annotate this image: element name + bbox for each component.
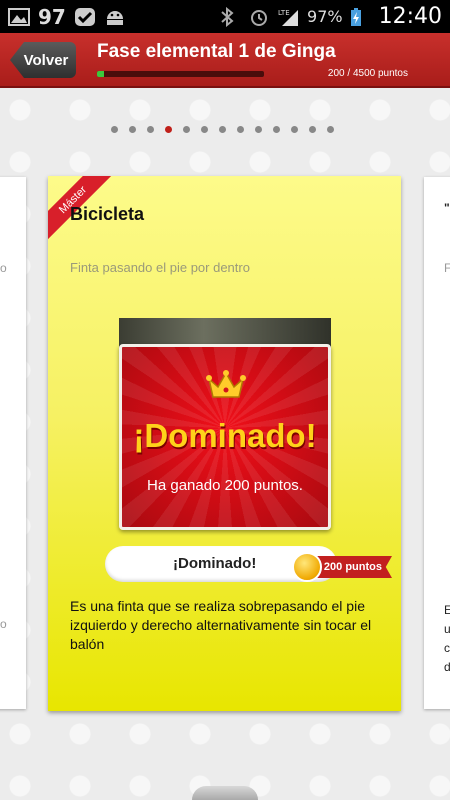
check-icon — [74, 7, 96, 27]
page-dot[interactable] — [165, 126, 172, 133]
next-card-text: Eucd — [444, 603, 450, 674]
page-dot[interactable] — [219, 126, 226, 133]
battery-icon — [350, 7, 372, 27]
previous-card-text: o — [0, 261, 7, 275]
crown-icon — [206, 369, 246, 401]
points-badge: 200 puntos — [314, 556, 392, 578]
skill-subtitle: Finta pasando el pie por dentro — [70, 260, 250, 275]
points-progress-fill — [97, 71, 105, 77]
header-bar: Volver Fase elemental 1 de Ginga 200 / 4… — [0, 33, 450, 88]
bottom-drawer-handle[interactable] — [192, 786, 258, 800]
next-card-title: " — [444, 201, 450, 215]
page-dot[interactable] — [237, 126, 244, 133]
alarm-icon — [249, 7, 271, 27]
notification-count: 97 — [38, 4, 66, 29]
svg-text:LTE: LTE — [278, 9, 290, 17]
page-dot[interactable] — [327, 126, 334, 133]
previous-card-text: o — [0, 617, 7, 631]
page-dot[interactable] — [147, 126, 154, 133]
skill-card[interactable]: Máster Bicicleta Finta pasando el pie po… — [48, 176, 401, 711]
mastered-popup: ¡Dominado! Ha ganado 200 puntos. — [119, 344, 331, 530]
next-card-text: F — [444, 261, 450, 275]
skill-description: Es una finta que se realiza sobrepasando… — [70, 598, 372, 652]
page-dot[interactable] — [129, 126, 136, 133]
page-dot[interactable] — [183, 126, 190, 133]
page-dot[interactable] — [201, 126, 208, 133]
page-dot[interactable] — [255, 126, 262, 133]
gallery-icon — [8, 7, 30, 27]
points-progress-bar — [97, 71, 264, 77]
page-indicator[interactable] — [111, 126, 334, 133]
coin-icon — [292, 552, 322, 582]
back-button[interactable]: Volver — [10, 42, 76, 78]
previous-card[interactable]: o o — [0, 177, 26, 709]
status-bar: 97 LTE 97% 12:40 — [0, 0, 450, 33]
page-dot[interactable] — [309, 126, 316, 133]
status-label: ¡Dominado! — [173, 555, 257, 572]
skill-title: Bicicleta — [70, 204, 145, 224]
mastered-title: ¡Dominado! — [133, 417, 317, 454]
bluetooth-icon — [220, 6, 242, 27]
page-dot[interactable] — [111, 126, 118, 133]
page-dot[interactable] — [273, 126, 280, 133]
clock: 12:40 — [378, 4, 442, 29]
battery-level: 97% — [307, 7, 343, 26]
signal-icon: LTE — [278, 7, 300, 27]
page-dot[interactable] — [291, 126, 298, 133]
points-progress-text: 200 / 4500 puntos — [327, 68, 408, 79]
android-icon — [104, 7, 126, 27]
page-title: Fase elemental 1 de Ginga — [97, 41, 336, 62]
mastered-message: Ha ganado 200 puntos. — [147, 477, 303, 494]
next-card[interactable]: " F Eucd — [424, 177, 450, 709]
